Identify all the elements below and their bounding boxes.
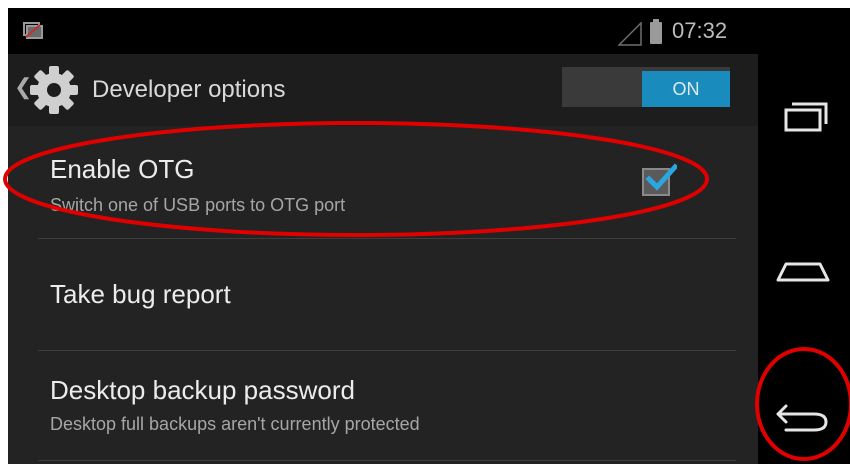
switch-on-label: ON [642,71,730,107]
home-icon [776,262,830,282]
android-settings-screen: 07:32 ❮ Developer options ON Enable OTG … [8,8,758,464]
developer-options-switch[interactable]: ON [562,67,730,107]
home-button[interactable] [758,224,850,304]
status-bar: 07:32 [8,8,758,54]
divider [38,460,736,461]
pref-title: Desktop backup password [50,375,355,405]
pref-title: Take bug report [50,279,231,309]
gear-icon[interactable] [28,64,80,116]
recent-apps-icon [784,102,828,132]
back-button[interactable] [758,374,850,454]
recent-apps-button[interactable] [758,72,850,152]
navigation-bar [758,8,850,464]
pref-take-bug-report[interactable]: Take bug report [8,239,758,350]
back-icon [776,404,828,432]
action-bar: ❮ Developer options ON [8,54,758,126]
page-title: Developer options [92,76,286,103]
enable-otg-checkbox[interactable] [642,163,677,196]
pref-summary: Switch one of USB ports to OTG port [50,195,346,215]
pref-desktop-backup-password[interactable]: Desktop backup password Desktop full bac… [8,351,758,461]
signal-icon [618,22,642,46]
pref-enable-otg[interactable]: Enable OTG Switch one of USB ports to OT… [8,126,758,238]
checkmark-icon [645,163,677,191]
pref-title: Enable OTG [50,154,195,184]
screenshot-notification-icon [23,22,43,39]
battery-icon [650,19,662,44]
pref-summary: Desktop full backups aren't currently pr… [50,414,420,434]
status-clock: 07:32 [672,18,728,43]
